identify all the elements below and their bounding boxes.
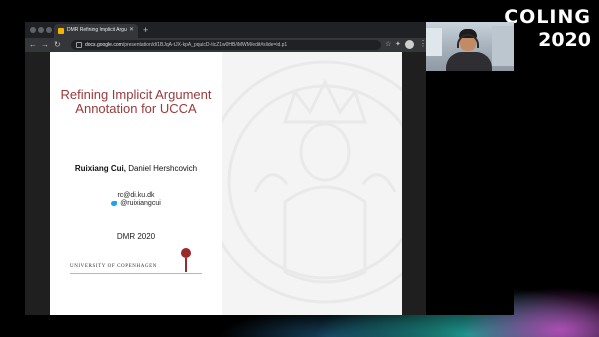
tab-bar: DMR Refining Implicit Argume... ✕ + xyxy=(25,22,427,38)
back-arrow-icon[interactable]: ← xyxy=(29,40,37,50)
puzzle-icon[interactable]: ✦ xyxy=(395,40,401,50)
tab-title: DMR Refining Implicit Argume... xyxy=(67,27,127,33)
side-panel xyxy=(426,71,514,315)
webcam-window-backdrop xyxy=(426,28,442,56)
contact-email: rc@di.ku.dk xyxy=(117,192,155,199)
forward-arrow-icon[interactable]: → xyxy=(41,40,49,50)
divider xyxy=(70,273,202,274)
slide-title: Refining Implicit Argument Annotation fo… xyxy=(60,87,212,116)
google-slides-icon xyxy=(58,28,64,34)
university-name: UNIVERSITY OF COPENHAGEN xyxy=(70,264,157,269)
author-secondary: Daniel Hershcovich xyxy=(125,164,198,173)
reload-icon[interactable]: ↻ xyxy=(54,40,61,50)
window-minimize-dot[interactable] xyxy=(38,27,44,33)
star-icon[interactable]: ☆ xyxy=(385,40,391,50)
window-close-dot[interactable] xyxy=(30,27,36,33)
university-seal-watermark xyxy=(215,60,402,304)
window-maximize-dot[interactable] xyxy=(46,27,52,33)
event-name: COLING xyxy=(504,6,591,28)
title-panel: Refining Implicit Argument Annotation fo… xyxy=(50,52,222,315)
lock-icon xyxy=(76,42,82,48)
close-icon[interactable]: ✕ xyxy=(129,26,134,33)
webcam-feed xyxy=(426,22,514,71)
url-path: /presentation/d/1BJqA-tJX-kpA_pquicD-tic… xyxy=(122,42,288,48)
page-viewport: Refining Implicit Argument Annotation fo… xyxy=(25,52,427,315)
seal-stem xyxy=(185,258,187,272)
avatar[interactable] xyxy=(405,40,414,49)
author-primary: Ruixiang Cui, xyxy=(74,164,126,173)
browser-toolbar: ← → ↻ docs.google.com/presentation/d/1BJ… xyxy=(25,38,427,52)
twitter-row: @ruixiangcui xyxy=(50,200,222,207)
new-tab-button[interactable]: + xyxy=(143,24,148,36)
twitter-icon xyxy=(111,200,118,206)
speaker-body xyxy=(446,52,492,71)
browser-window: DMR Refining Implicit Argume... ✕ + ← → … xyxy=(25,22,427,315)
address-bar[interactable]: docs.google.com/presentation/d/1BJqA-tJX… xyxy=(71,40,381,50)
university-seal-icon xyxy=(181,248,191,258)
venue: DMR 2020 xyxy=(116,232,156,241)
slide-authors: Ruixiang Cui, Daniel Hershcovich xyxy=(50,164,222,173)
presentation-slide: Refining Implicit Argument Annotation fo… xyxy=(50,52,402,315)
url-host: docs.google.com xyxy=(85,42,123,48)
tab-active[interactable]: DMR Refining Implicit Argume... ✕ xyxy=(54,24,138,38)
url-text: docs.google.com/presentation/d/1BJqA-tJX… xyxy=(85,42,375,48)
twitter-handle: @ruixiangcui xyxy=(120,200,161,207)
event-logo: COLING 2020 xyxy=(504,8,591,50)
webcam-shelf-backdrop xyxy=(492,26,514,66)
event-year: 2020 xyxy=(538,29,591,51)
